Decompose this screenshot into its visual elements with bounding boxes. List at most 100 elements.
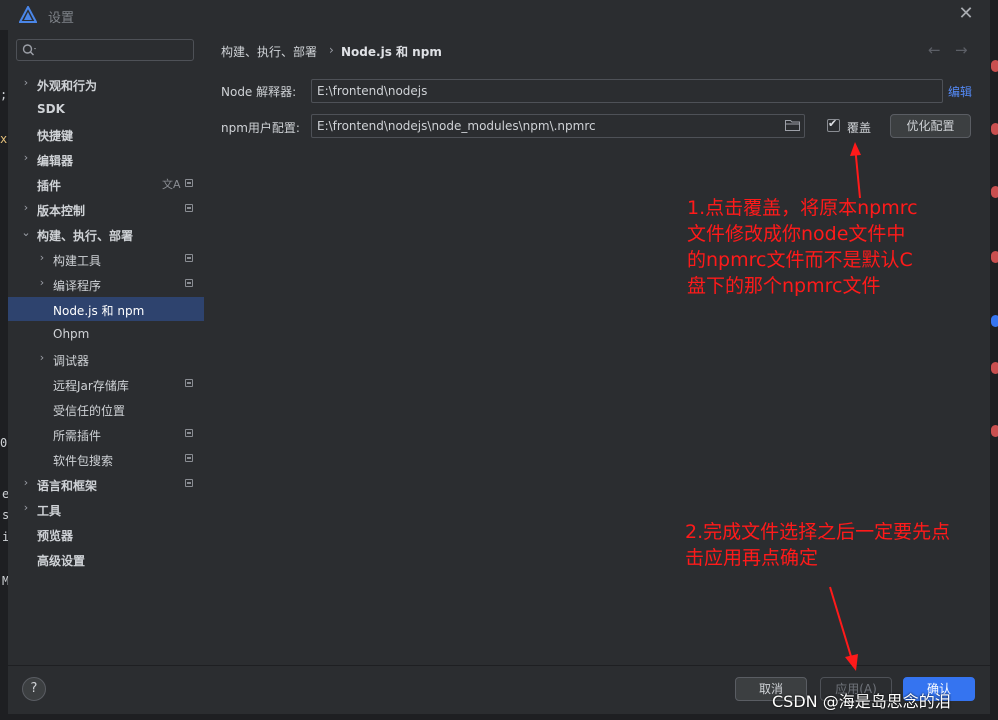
annotation-line: 文件修改成你node文件中 [687,223,906,245]
sidebar-item-label: 快捷键 [37,129,74,143]
chevron-right-icon[interactable]: › [21,202,31,214]
sidebar-item[interactable]: Node.js 和 npm [8,297,204,321]
sidebar-item[interactable]: › 版本控制 [8,197,204,221]
window-title: 设置 [48,11,75,26]
sidebar-item[interactable]: › 工具 [8,497,204,521]
project-scope-icon [185,429,193,437]
sidebar-item[interactable]: 高级设置 [8,547,204,571]
sidebar-item[interactable]: 预览器 [8,522,204,546]
error-marker-icon [991,186,998,198]
chevron-right-icon[interactable]: › [21,502,31,514]
sidebar-item-label: 调试器 [53,354,90,368]
annotation-line: 2.完成文件选择之后一定要先点 [685,521,951,543]
edit-link[interactable]: 编辑 [948,83,972,100]
search-icon [22,44,36,56]
npm-config-value: E:\frontend\nodejs\node_modules\npm\.npm… [317,119,596,133]
sidebar-item[interactable]: 插件 文A [8,172,204,196]
override-label[interactable]: 覆盖 [847,119,871,136]
error-marker-icon [991,362,998,374]
chevron-right-icon[interactable]: › [37,252,47,264]
background-fragment: x [0,132,8,146]
csdn-watermark: CSDN @海是岛思念的泪 [772,692,951,711]
sidebar-item-label: 插件 [37,179,62,193]
title-bar: 设置 ✕ [0,0,998,30]
sidebar-item-label: 语言和框架 [37,479,98,493]
background-fragment: 0 [0,436,8,450]
background-gutter-strip [990,0,998,720]
project-scope-icon [185,279,193,287]
sidebar-item[interactable]: 软件包搜索 [8,447,204,471]
sidebar-item-label: Ohpm [53,327,90,341]
sidebar-item-label: 工具 [37,504,62,518]
background-fragment: ; [0,88,8,102]
sidebar-item-label: Node.js 和 npm [53,304,145,318]
annotation-apply-note: 2.完成文件选择之后一定要先点 击应用再点确定 [685,519,950,571]
node-interpreter-label: Node 解释器: [221,85,297,99]
node-interpreter-value: E:\frontend\nodejs [317,84,428,98]
chevron-right-icon[interactable]: › [37,352,47,364]
annotation-arrow-up [850,142,861,199]
app-logo-icon [19,6,37,23]
annotation-line: 的npmrc文件而不是默认C [687,249,913,271]
chevron-right-icon[interactable]: › [37,277,47,289]
project-scope-icon [185,254,193,262]
sidebar-item-label: 构建、执行、部署 [37,229,134,243]
breadcrumb-parent[interactable]: 构建、执行、部署 [221,43,317,60]
sidebar-item[interactable]: › 编辑器 [8,147,204,171]
sidebar-item[interactable]: › 语言和框架 [8,472,204,496]
chevron-right-icon[interactable]: › [21,152,31,164]
translate-icon: 文A [162,178,181,191]
background-bottom-strip [0,713,998,720]
sidebar-item-label: 编译程序 [53,279,102,293]
sidebar-item-label: 高级设置 [37,554,86,568]
sidebar-item-label: 版本控制 [37,204,86,218]
error-marker-icon [991,60,998,72]
sidebar-item-label: 软件包搜索 [53,454,114,468]
chevron-right-icon[interactable]: › [21,477,31,489]
sidebar-item[interactable]: 所需插件 [8,422,204,446]
sidebar-item-label: 编辑器 [37,154,74,168]
sidebar-item[interactable]: › 外观和行为 [8,72,204,96]
close-icon[interactable]: ✕ [955,3,977,25]
sidebar-item[interactable]: 快捷键 [8,122,204,146]
error-marker-icon [991,251,998,263]
sidebar-item-label: SDK [37,102,65,116]
chevron-down-icon[interactable]: ⌄ [21,227,31,239]
sidebar-item-label: 预览器 [37,529,74,543]
back-arrow-icon[interactable]: ← [928,41,941,59]
sidebar-item[interactable]: 远程Jar存储库 [8,372,204,396]
sidebar-item-label: 远程Jar存储库 [53,379,129,393]
settings-search-input[interactable] [16,39,194,61]
sidebar-item[interactable]: Ohpm [8,322,204,346]
sidebar-item[interactable]: SDK [8,97,204,121]
help-icon[interactable]: ? [22,677,46,701]
annotation-arrow-down [829,586,858,671]
project-scope-icon [185,379,193,387]
chevron-right-icon[interactable]: › [21,77,31,89]
sidebar-item[interactable]: › 编译程序 [8,272,204,296]
sidebar-item-label: 外观和行为 [37,79,98,93]
override-checkbox[interactable]: ✔ [827,117,840,132]
sidebar-item[interactable]: 受信任的位置 [8,397,204,421]
page-title: Node.js 和 npm [341,45,442,59]
folder-icon[interactable] [785,119,800,131]
sidebar-item-label: 所需插件 [53,429,102,443]
project-scope-icon [185,179,193,187]
optimize-config-button[interactable]: 优化配置 [890,114,971,138]
sidebar-item[interactable]: ⌄ 构建、执行、部署 [8,222,204,246]
npm-config-field[interactable]: E:\frontend\nodejs\node_modules\npm\.npm… [311,114,805,138]
node-interpreter-field[interactable]: E:\frontend\nodejs [311,79,943,103]
forward-arrow-icon[interactable]: → [955,41,968,59]
sidebar-item[interactable]: › 调试器 [8,347,204,371]
sidebar-item-label: 构建工具 [53,254,102,268]
project-scope-icon [185,204,193,212]
error-marker-icon [991,425,998,437]
annotation-line: 击应用再点确定 [685,547,819,569]
check-icon: ✔ [828,117,838,130]
annotation-line: 1.点击覆盖，将原本npmrc [687,197,918,219]
project-scope-icon [185,479,193,487]
project-scope-icon [185,454,193,462]
annotation-line: 盘下的那个npmrc文件 [687,275,881,297]
error-marker-icon [991,123,998,135]
sidebar-item[interactable]: › 构建工具 [8,247,204,271]
